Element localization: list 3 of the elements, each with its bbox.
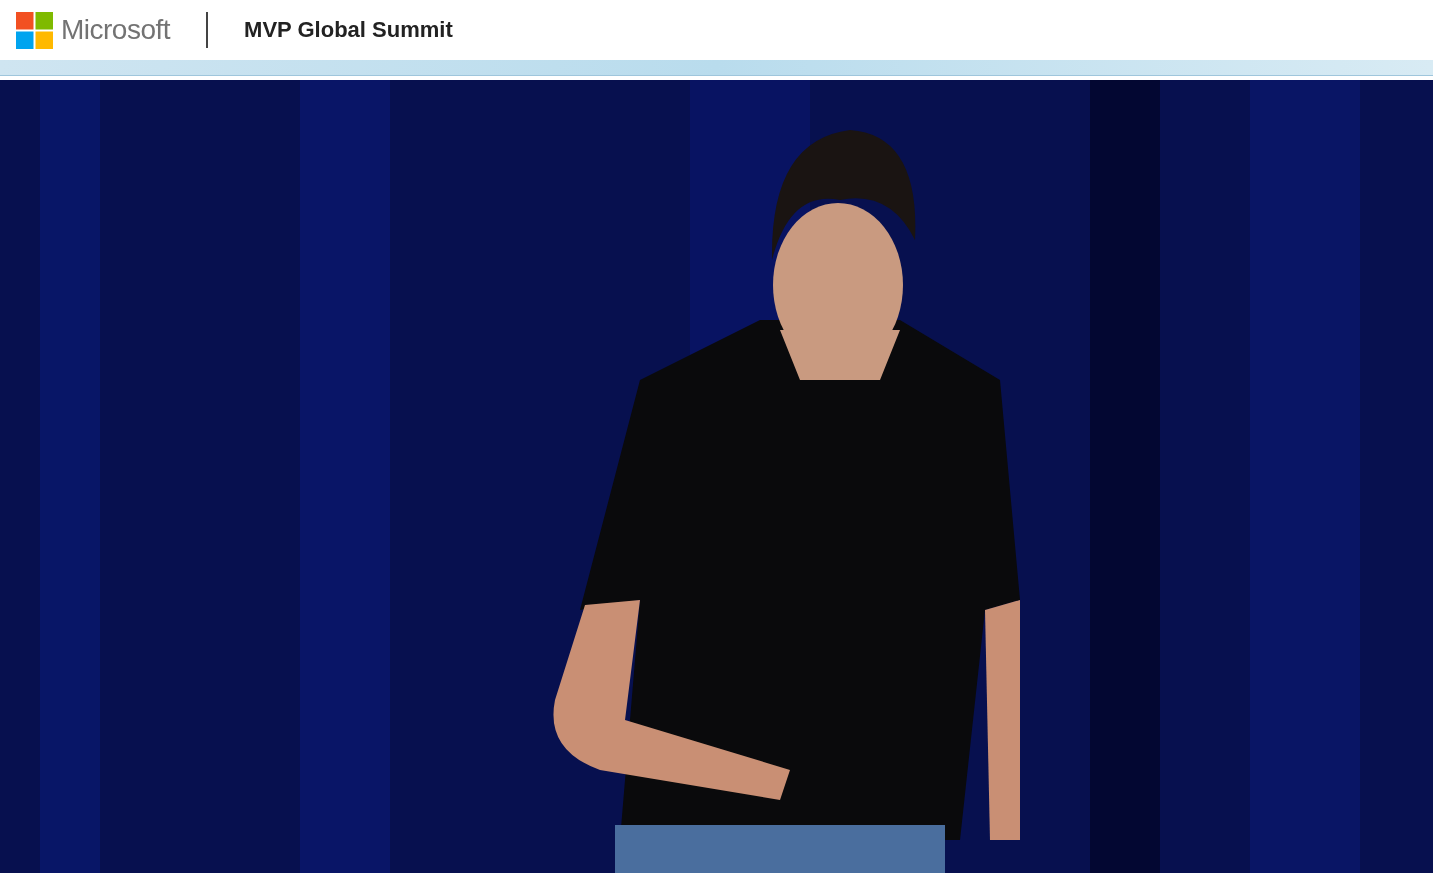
brand-name: Microsoft (61, 14, 171, 46)
event-title: MVP Global Summit (244, 17, 453, 43)
logo-icon (16, 11, 53, 49)
